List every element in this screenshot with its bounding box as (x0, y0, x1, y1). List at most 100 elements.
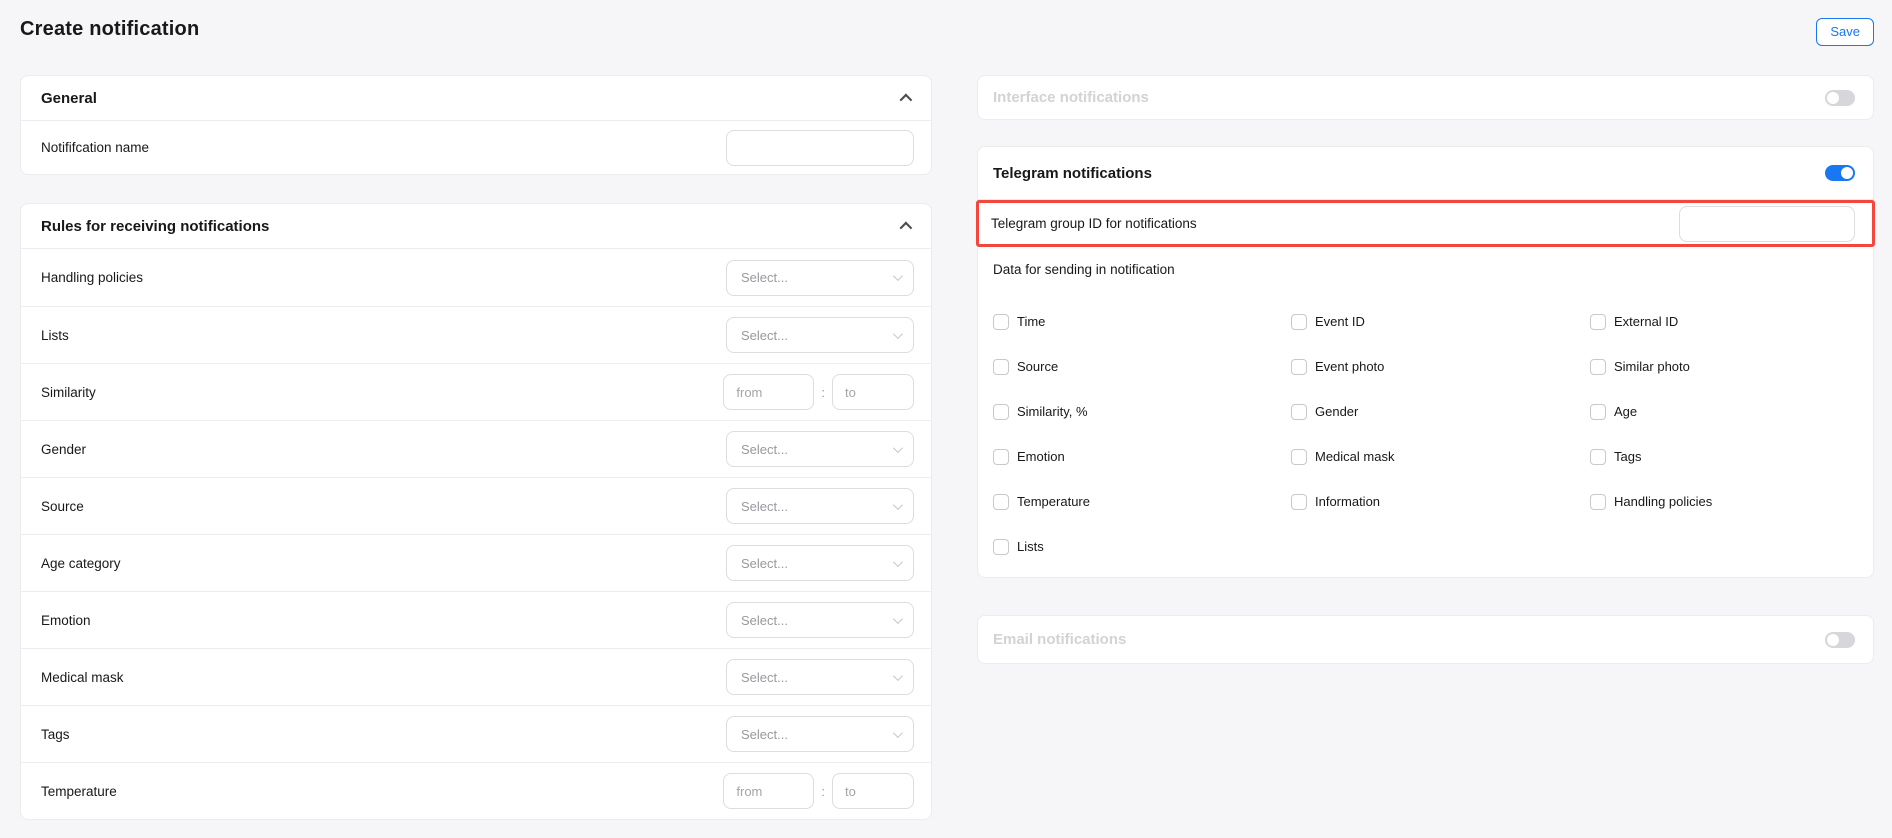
checkbox-label: Information (1315, 494, 1380, 509)
rules-panel: Rules for receiving notifications Handli… (20, 203, 932, 820)
checkbox[interactable] (993, 449, 1009, 465)
checkbox-label: Similar photo (1614, 359, 1690, 374)
field-label: Medical mask (41, 670, 124, 685)
select-value: Select... (741, 442, 788, 457)
general-panel: General Notififcation name (20, 75, 932, 175)
checkbox[interactable] (993, 539, 1009, 555)
field-label: Handling policies (41, 270, 143, 285)
notififcation-name-input[interactable] (726, 130, 914, 166)
checkbox[interactable] (993, 314, 1009, 330)
range-colon: : (821, 385, 825, 400)
form-row-age-category: Age categorySelect... (21, 534, 931, 591)
tags-select[interactable]: Select... (726, 716, 914, 752)
select-value: Select... (741, 499, 788, 514)
checkbox[interactable] (993, 404, 1009, 420)
similarity-to-input[interactable] (832, 374, 914, 410)
toggle-knob (1827, 92, 1839, 104)
checkbox-label: Event ID (1315, 314, 1365, 329)
field-label: Emotion (41, 613, 91, 628)
emotion-select[interactable]: Select... (726, 602, 914, 638)
checkbox-item-time[interactable]: Time (993, 314, 1291, 330)
rules-panel-title: Rules for receiving notifications (41, 218, 269, 235)
interface-notifications-title: Interface notifications (993, 89, 1149, 106)
checkbox[interactable] (1590, 404, 1606, 420)
checkbox-item-similarity[interactable]: Similarity, % (993, 404, 1291, 420)
checkbox-label: Handling policies (1614, 494, 1712, 509)
checkbox-item-gender[interactable]: Gender (1291, 404, 1590, 420)
toggle-knob (1827, 634, 1839, 646)
checkbox-item-source[interactable]: Source (993, 359, 1291, 375)
interface-notifications-toggle[interactable] (1825, 90, 1855, 106)
form-row-lists: ListsSelect... (21, 306, 931, 363)
checkbox-item-temperature[interactable]: Temperature (993, 494, 1291, 510)
checkbox-item-event-photo[interactable]: Event photo (1291, 359, 1590, 375)
medical-mask-select[interactable]: Select... (726, 659, 914, 695)
gender-select[interactable]: Select... (726, 431, 914, 467)
select-value: Select... (741, 727, 788, 742)
checkbox[interactable] (1291, 494, 1307, 510)
chevron-down-icon (893, 557, 903, 567)
checkbox-item-medical-mask[interactable]: Medical mask (1291, 449, 1590, 465)
checkbox[interactable] (1291, 359, 1307, 375)
checkbox-item-tags[interactable]: Tags (1590, 449, 1855, 465)
chevron-up-icon[interactable] (900, 93, 913, 106)
checkbox-item-external-id[interactable]: External ID (1590, 314, 1855, 330)
checkbox-label: Temperature (1017, 494, 1090, 509)
rules-panel-header[interactable]: Rules for receiving notifications (21, 204, 931, 249)
checkbox[interactable] (993, 359, 1009, 375)
telegram-group-id-row-highlighted: Telegram group ID for notifications (976, 200, 1875, 247)
email-notifications-title: Email notifications (993, 631, 1126, 648)
temperature-to-input[interactable] (832, 773, 914, 809)
left-column: General Notififcation name Rules for rec… (20, 75, 932, 820)
telegram-group-id-label: Telegram group ID for notifications (991, 216, 1197, 231)
handling-policies-select[interactable]: Select... (726, 260, 914, 296)
form-row-gender: GenderSelect... (21, 420, 931, 477)
checkbox-item-handling-policies[interactable]: Handling policies (1590, 494, 1855, 510)
checkbox[interactable] (1590, 359, 1606, 375)
save-button[interactable]: Save (1816, 18, 1874, 46)
form-row-similarity: Similarity: (21, 363, 931, 420)
right-column: Interface notifications Telegram notific… (977, 75, 1874, 664)
content-columns: General Notififcation name Rules for rec… (20, 75, 1874, 820)
telegram-panel-body: Data for sending in notification TimeEve… (978, 247, 1873, 577)
similarity-from-input[interactable] (723, 374, 814, 410)
source-select[interactable]: Select... (726, 488, 914, 524)
general-rows: Notififcation name (21, 121, 931, 174)
select-value: Select... (741, 270, 788, 285)
checkbox[interactable] (1291, 314, 1307, 330)
checkbox[interactable] (1590, 449, 1606, 465)
checkbox-item-similar-photo[interactable]: Similar photo (1590, 359, 1855, 375)
form-row-medical-mask: Medical mask Select... (21, 648, 931, 705)
form-row-emotion: Emotion Select... (21, 591, 931, 648)
checkbox-item-age[interactable]: Age (1590, 404, 1855, 420)
topbar: Create notification Save (20, 18, 1874, 48)
checkbox[interactable] (1291, 404, 1307, 420)
chevron-up-icon[interactable] (900, 221, 913, 234)
general-panel-header[interactable]: General (21, 76, 931, 121)
temperature-from-input[interactable] (723, 773, 814, 809)
page-title: Create notification (20, 18, 199, 41)
checkbox[interactable] (1590, 314, 1606, 330)
checkbox-label: Similarity, % (1017, 404, 1088, 419)
age-category-select[interactable]: Select... (726, 545, 914, 581)
form-row-temperature: Temperature: (21, 762, 931, 819)
chevron-down-icon (893, 271, 903, 281)
checkbox[interactable] (1291, 449, 1307, 465)
lists-select[interactable]: Select... (726, 317, 914, 353)
checkbox-item-lists[interactable]: Lists (993, 539, 1291, 555)
select-value: Select... (741, 328, 788, 343)
rules-rows: Handling policiesSelect...ListsSelect...… (21, 249, 931, 819)
form-row-handling-policies: Handling policies Select... (21, 249, 931, 306)
checkbox-item-event-id[interactable]: Event ID (1291, 314, 1590, 330)
telegram-notifications-toggle[interactable] (1825, 165, 1855, 181)
checkbox-item-information[interactable]: Information (1291, 494, 1590, 510)
telegram-group-id-input[interactable] (1679, 206, 1855, 242)
chevron-down-icon (893, 500, 903, 510)
field-label: Notififcation name (41, 140, 149, 155)
checkbox[interactable] (1590, 494, 1606, 510)
checkbox[interactable] (993, 494, 1009, 510)
chevron-down-icon (893, 614, 903, 624)
checkbox-label: Age (1614, 404, 1637, 419)
checkbox-item-emotion[interactable]: Emotion (993, 449, 1291, 465)
email-notifications-toggle[interactable] (1825, 632, 1855, 648)
